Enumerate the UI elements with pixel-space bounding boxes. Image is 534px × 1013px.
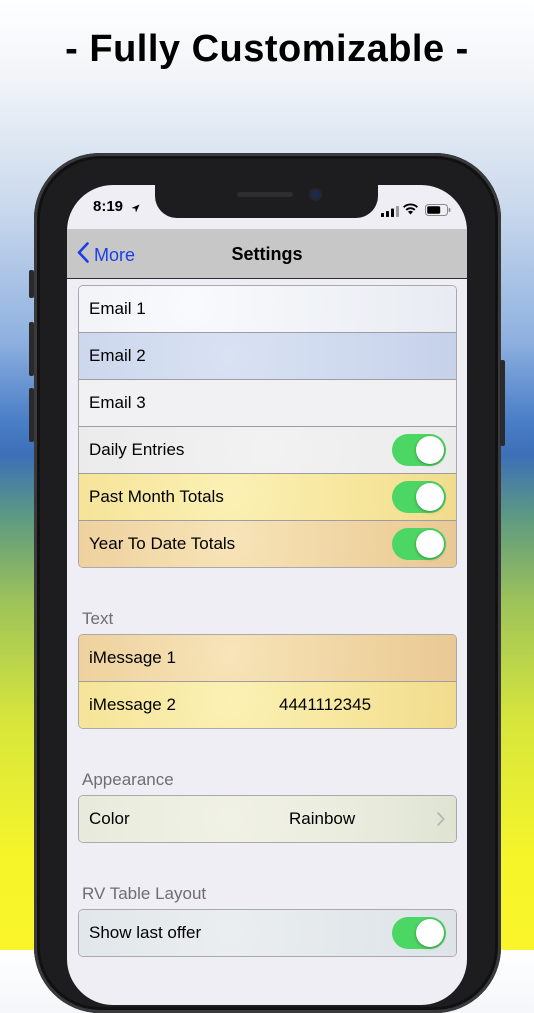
phone-screen: 8:19 More Settings Email 1 Email 2 Email… xyxy=(67,185,467,1005)
promo-headline: - Fully Customizable - xyxy=(65,28,469,70)
list-item-show-last-offer: Show last offer xyxy=(79,910,456,956)
volume-down-button xyxy=(29,388,34,442)
toggle-knob xyxy=(416,483,444,511)
toggle-knob xyxy=(416,436,444,464)
row-value: 4441112345 xyxy=(279,695,372,714)
status-time: 8:19 xyxy=(93,198,124,215)
row-label: iMessage 2 xyxy=(89,695,176,714)
past-month-totals-toggle[interactable] xyxy=(392,481,446,513)
row-label: Email 1 xyxy=(89,299,146,318)
volume-up-button xyxy=(29,322,34,376)
wifi-icon xyxy=(402,202,419,220)
row-label: Daily Entries xyxy=(89,440,185,459)
text-settings-group: iMessage 1 iMessage 2 4441112345 xyxy=(78,634,457,729)
appearance-settings-group: Color Rainbow xyxy=(78,795,457,843)
page-title: Settings xyxy=(231,244,303,264)
location-arrow-icon xyxy=(131,200,140,218)
speaker-grille xyxy=(237,192,293,197)
row-label: Email 3 xyxy=(89,393,146,412)
list-item-color[interactable]: Color Rainbow xyxy=(79,796,456,842)
row-label: Email 2 xyxy=(89,346,146,365)
section-header-rv-table-layout: RV Table Layout xyxy=(82,884,207,903)
list-item-imessage-1[interactable]: iMessage 1 xyxy=(79,635,456,682)
row-label: Show last offer xyxy=(89,923,202,942)
toggle-knob xyxy=(416,530,444,558)
section-header-appearance: Appearance xyxy=(82,770,174,789)
year-to-date-totals-toggle[interactable] xyxy=(392,528,446,560)
front-camera-icon xyxy=(311,190,320,199)
email-settings-group: Email 1 Email 2 Email 3 Daily Entries Pa… xyxy=(78,285,457,568)
navigation-bar: More Settings xyxy=(67,229,467,279)
battery-icon xyxy=(425,203,451,221)
chevron-right-icon xyxy=(437,811,445,831)
signal-icon xyxy=(381,204,399,222)
toggle-knob xyxy=(416,919,444,947)
power-button xyxy=(500,360,505,446)
row-value: Rainbow xyxy=(289,809,356,828)
row-label: Past Month Totals xyxy=(89,487,224,506)
list-item-daily-entries: Daily Entries xyxy=(79,427,456,474)
show-last-offer-toggle[interactable] xyxy=(392,917,446,949)
list-item-imessage-2[interactable]: iMessage 2 4441112345 xyxy=(79,682,456,728)
list-item-year-to-date-totals: Year To Date Totals xyxy=(79,521,456,567)
phone-notch xyxy=(155,185,378,218)
row-label: Year To Date Totals xyxy=(89,534,236,553)
row-label: Color xyxy=(89,809,130,828)
section-header-text: Text xyxy=(82,609,114,628)
row-label: iMessage 1 xyxy=(89,648,176,667)
list-item-email-1[interactable]: Email 1 xyxy=(79,286,456,333)
action-button xyxy=(29,270,34,298)
list-item-email-2[interactable]: Email 2 xyxy=(79,333,456,380)
daily-entries-toggle[interactable] xyxy=(392,434,446,466)
list-item-email-3[interactable]: Email 3 xyxy=(79,380,456,427)
list-item-past-month-totals: Past Month Totals xyxy=(79,474,456,521)
